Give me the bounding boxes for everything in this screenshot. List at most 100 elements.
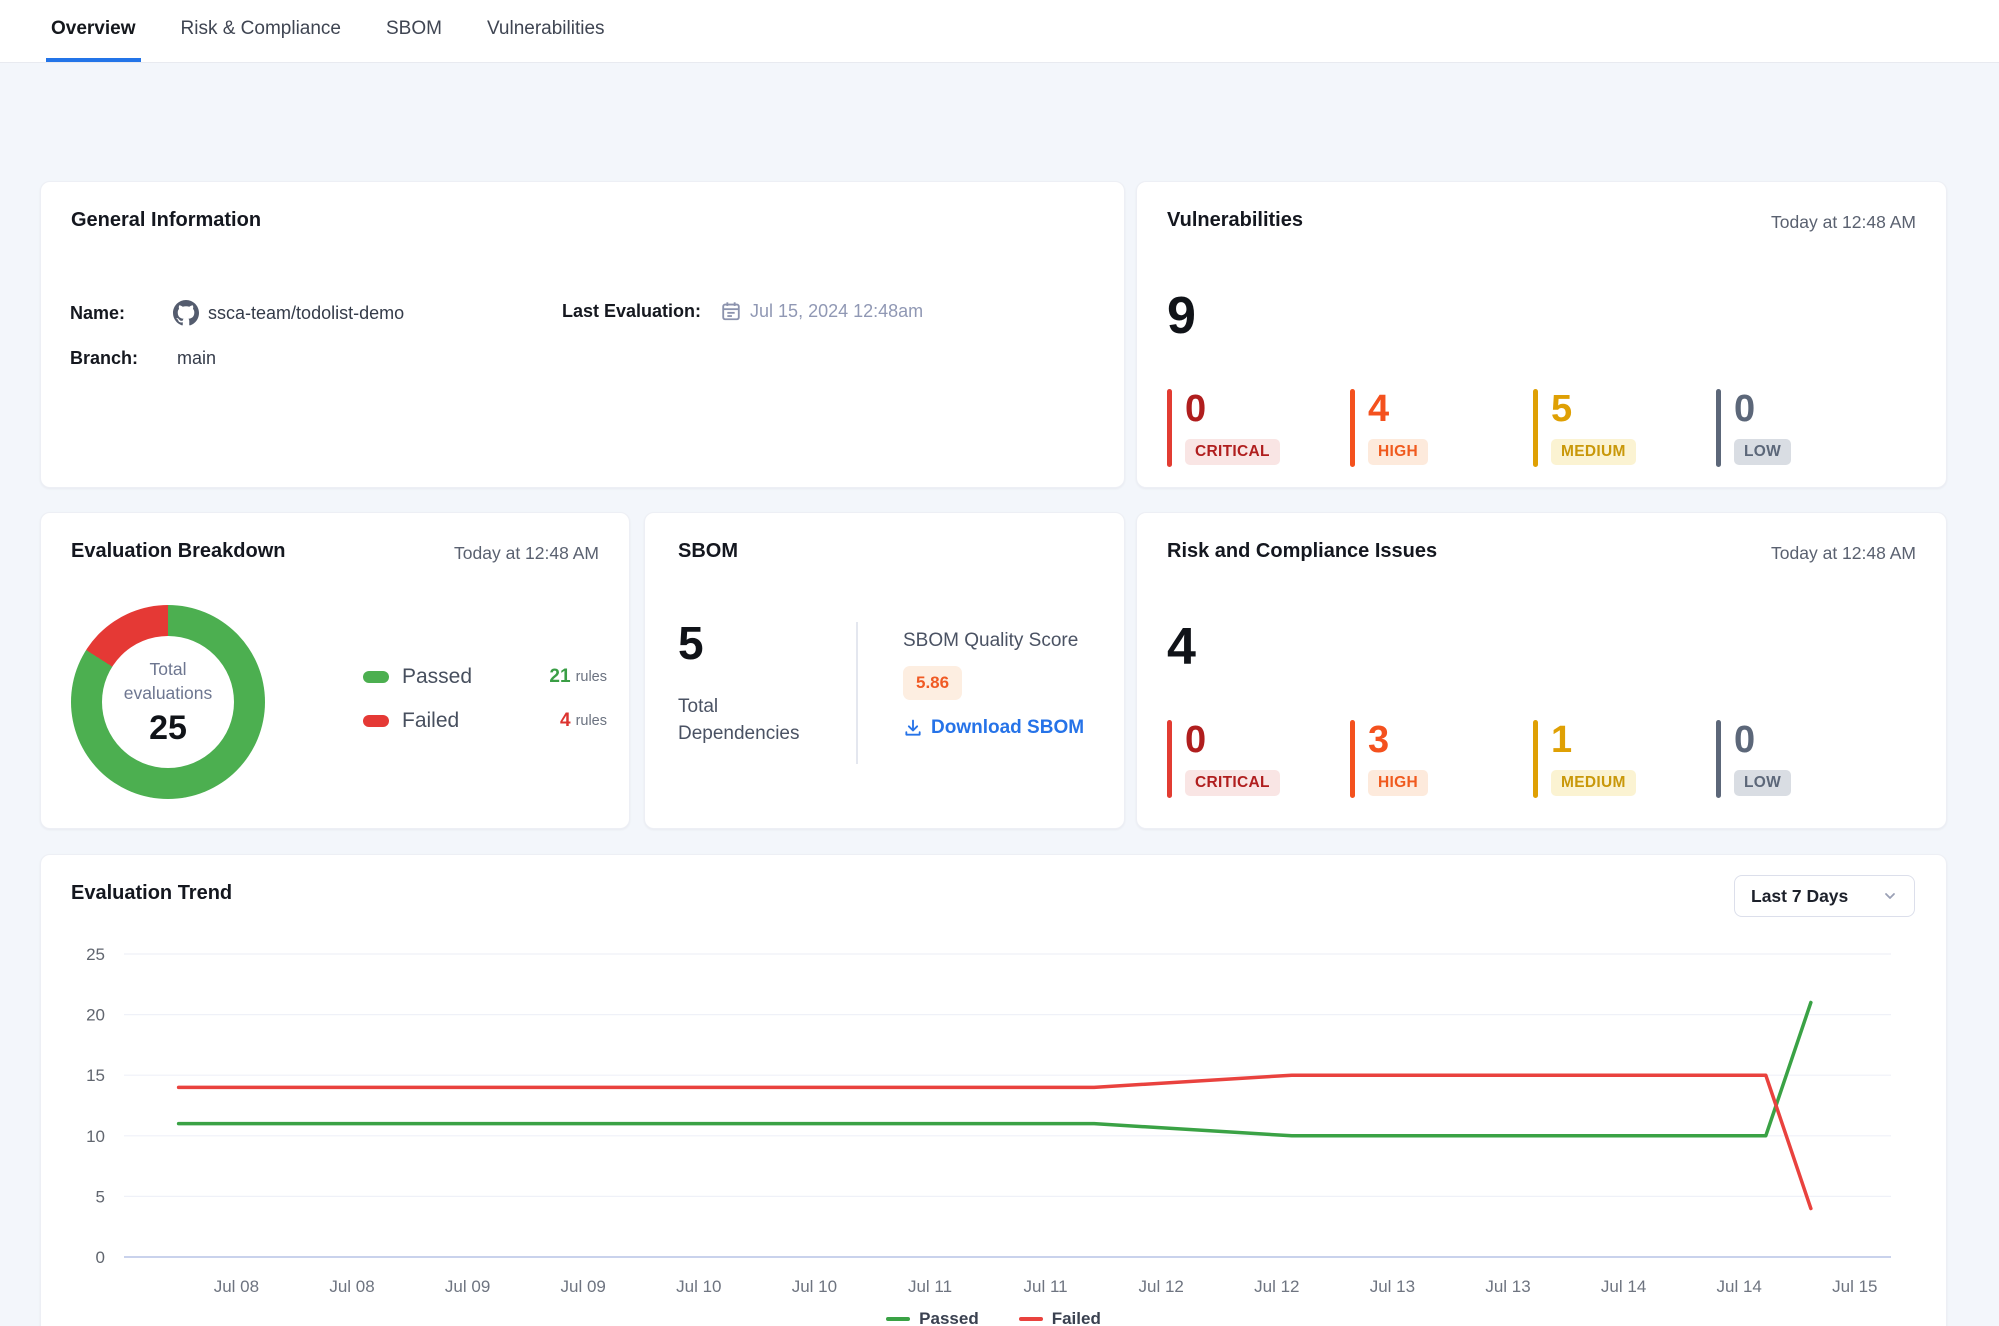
svg-text:Jul 13: Jul 13 bbox=[1485, 1277, 1530, 1296]
severity-bar bbox=[1533, 389, 1538, 467]
general-information-card: General Information Name: ssca-team/todo… bbox=[40, 181, 1125, 488]
severity-low: 0 LOW bbox=[1716, 389, 1899, 467]
severity-badge: CRITICAL bbox=[1185, 439, 1280, 465]
timestamp: Today at 12:48 AM bbox=[1771, 543, 1916, 564]
sbom-card: SBOM 5 Total Dependencies SBOM Quality S… bbox=[644, 512, 1125, 829]
svg-text:Jul 11: Jul 11 bbox=[1024, 1277, 1068, 1296]
total-evaluations-count: 25 bbox=[149, 709, 187, 748]
failed-pill-icon bbox=[363, 715, 389, 727]
risk-issues-total: 4 bbox=[1167, 619, 1196, 676]
timestamp: Today at 12:48 AM bbox=[454, 543, 599, 564]
legend-item-passed[interactable]: Passed bbox=[886, 1309, 979, 1326]
severity-high: 3 HIGH bbox=[1350, 720, 1533, 798]
severity-badge: HIGH bbox=[1368, 770, 1428, 796]
download-sbom-link[interactable]: Download SBOM bbox=[903, 717, 1084, 739]
breakdown-legend: Passed 21 rules Failed 4 rules bbox=[363, 665, 607, 733]
svg-text:Jul 09: Jul 09 bbox=[561, 1277, 606, 1296]
legend-unit: rules bbox=[576, 669, 607, 685]
tab-vulnerabilities[interactable]: Vulnerabilities bbox=[482, 0, 610, 62]
severity-count: 5 bbox=[1551, 389, 1636, 430]
tab-bar: Overview Risk & Compliance SBOM Vulnerab… bbox=[0, 0, 1999, 63]
tab-sbom[interactable]: SBOM bbox=[381, 0, 447, 62]
svg-text:Jul 10: Jul 10 bbox=[792, 1277, 837, 1296]
repo-name: ssca-team/todolist-demo bbox=[208, 303, 404, 324]
tab-risk-compliance[interactable]: Risk & Compliance bbox=[176, 0, 347, 62]
failed-line-icon bbox=[1019, 1317, 1043, 1321]
legend-item-failed[interactable]: Failed bbox=[1019, 1309, 1101, 1326]
severity-badge: LOW bbox=[1734, 770, 1791, 796]
svg-text:Jul 14: Jul 14 bbox=[1601, 1277, 1646, 1296]
severity-row: 0 CRITICAL 3 HIGH 1 MEDIUM 0 LOW bbox=[1167, 720, 1899, 798]
severity-count: 0 bbox=[1734, 720, 1791, 761]
legend-label: Failed bbox=[402, 709, 560, 733]
svg-text:0: 0 bbox=[96, 1248, 105, 1267]
svg-text:10: 10 bbox=[86, 1127, 105, 1146]
legend-unit: rules bbox=[576, 713, 607, 729]
branch-label: Branch: bbox=[70, 348, 138, 369]
card-title: General Information bbox=[71, 209, 261, 232]
github-icon bbox=[173, 300, 199, 326]
legend-label: Passed bbox=[402, 665, 549, 689]
severity-badge: MEDIUM bbox=[1551, 439, 1636, 465]
severity-count: 0 bbox=[1185, 720, 1280, 761]
timestamp: Today at 12:48 AM bbox=[1771, 212, 1916, 233]
svg-text:Jul 15: Jul 15 bbox=[1832, 1277, 1877, 1296]
severity-badge: MEDIUM bbox=[1551, 770, 1636, 796]
trend-chart-legend: Passed Failed bbox=[41, 1309, 1946, 1326]
svg-text:20: 20 bbox=[86, 1006, 105, 1025]
svg-text:5: 5 bbox=[96, 1187, 105, 1206]
card-title: Evaluation Breakdown bbox=[71, 540, 286, 563]
svg-text:Jul 10: Jul 10 bbox=[676, 1277, 721, 1296]
download-icon bbox=[903, 718, 923, 738]
severity-bar bbox=[1350, 720, 1355, 798]
severity-critical: 0 CRITICAL bbox=[1167, 720, 1350, 798]
card-title: Vulnerabilities bbox=[1167, 209, 1303, 232]
name-label: Name: bbox=[70, 303, 125, 324]
legend-item-passed: Passed 21 rules bbox=[363, 665, 607, 689]
card-title: SBOM bbox=[678, 540, 738, 563]
severity-badge: LOW bbox=[1734, 439, 1791, 465]
svg-text:Jul 12: Jul 12 bbox=[1139, 1277, 1184, 1296]
vulnerabilities-card: Vulnerabilities Today at 12:48 AM 9 0 CR… bbox=[1136, 181, 1947, 488]
divider bbox=[856, 622, 858, 764]
evaluations-donut-chart: Total evaluations 25 bbox=[71, 605, 265, 799]
severity-count: 0 bbox=[1185, 389, 1280, 430]
severity-medium: 5 MEDIUM bbox=[1533, 389, 1716, 467]
total-dependencies-count: 5 bbox=[678, 616, 704, 670]
severity-bar bbox=[1167, 389, 1172, 467]
severity-count: 0 bbox=[1734, 389, 1791, 430]
total-dependencies-label: Total Dependencies bbox=[678, 694, 799, 747]
svg-text:Jul 11: Jul 11 bbox=[908, 1277, 952, 1296]
severity-bar bbox=[1533, 720, 1538, 798]
severity-row: 0 CRITICAL 4 HIGH 5 MEDIUM 0 LOW bbox=[1167, 389, 1899, 467]
svg-text:Jul 09: Jul 09 bbox=[445, 1277, 490, 1296]
severity-count: 1 bbox=[1551, 720, 1636, 761]
trend-line-chart: 0 5 10 15 20 25 Jul 08 Jul 08 Jul 09 Jul 09 Jul 10… bbox=[41, 855, 1948, 1326]
passed-pill-icon bbox=[363, 671, 389, 683]
donut-center-label: evaluations bbox=[124, 681, 213, 706]
severity-bar bbox=[1716, 389, 1721, 467]
tab-overview[interactable]: Overview bbox=[46, 0, 141, 62]
severity-bar bbox=[1350, 389, 1355, 467]
last-evaluation-label: Last Evaluation: bbox=[562, 301, 701, 322]
donut-center: Total evaluations 25 bbox=[102, 636, 234, 768]
evaluation-breakdown-card: Evaluation Breakdown Today at 12:48 AM T… bbox=[40, 512, 630, 829]
risk-compliance-card: Risk and Compliance Issues Today at 12:4… bbox=[1136, 512, 1947, 829]
svg-text:Jul 08: Jul 08 bbox=[214, 1277, 259, 1296]
severity-bar bbox=[1167, 720, 1172, 798]
passed-line-icon bbox=[886, 1317, 910, 1321]
severity-critical: 0 CRITICAL bbox=[1167, 389, 1350, 467]
svg-text:15: 15 bbox=[86, 1066, 105, 1085]
legend-count: 4 bbox=[560, 710, 571, 732]
svg-text:Jul 08: Jul 08 bbox=[329, 1277, 374, 1296]
svg-text:Jul 13: Jul 13 bbox=[1370, 1277, 1415, 1296]
severity-badge: CRITICAL bbox=[1185, 770, 1280, 796]
page-background: General Information Name: ssca-team/todo… bbox=[0, 63, 1999, 1326]
severity-badge: HIGH bbox=[1368, 439, 1428, 465]
branch-value: main bbox=[177, 348, 216, 369]
svg-text:Jul 14: Jul 14 bbox=[1717, 1277, 1762, 1296]
svg-text:25: 25 bbox=[86, 945, 105, 964]
last-evaluation-value: Jul 15, 2024 12:48am bbox=[750, 301, 923, 322]
severity-medium: 1 MEDIUM bbox=[1533, 720, 1716, 798]
svg-text:Jul 12: Jul 12 bbox=[1254, 1277, 1299, 1296]
